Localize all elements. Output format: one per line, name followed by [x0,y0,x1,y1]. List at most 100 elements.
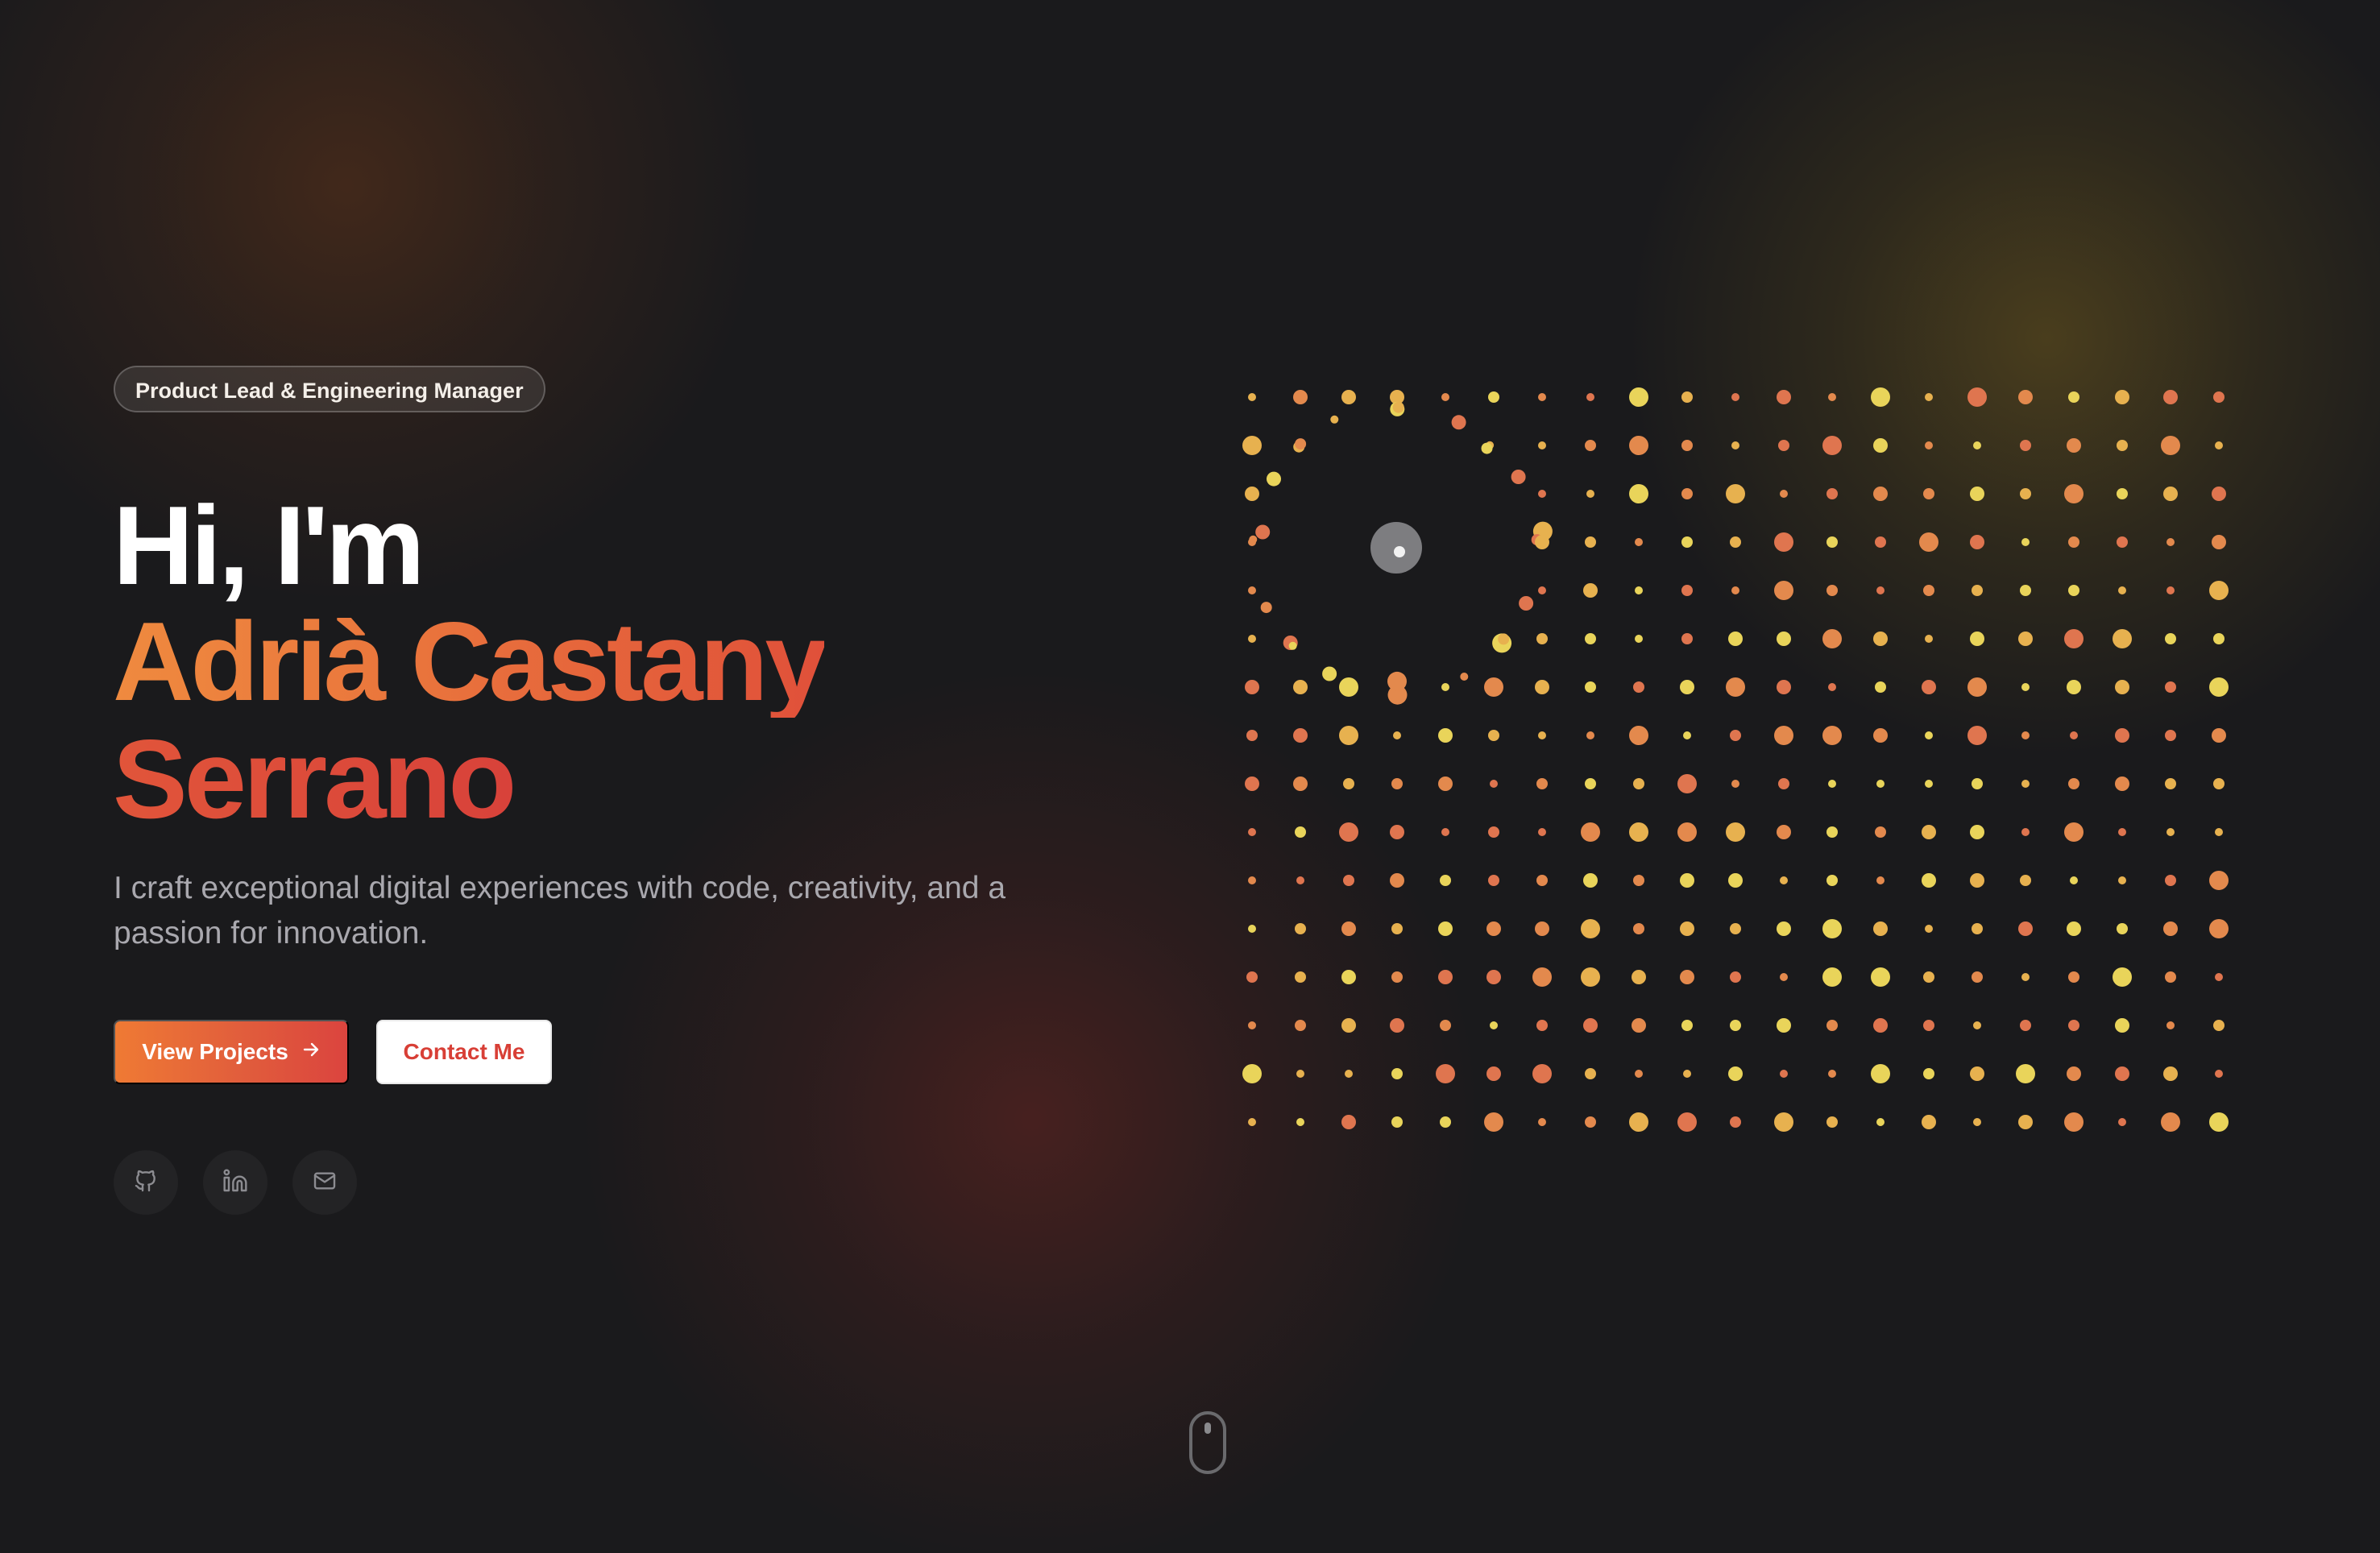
grid-dot [1392,401,1404,413]
grid-dot [1248,1021,1256,1029]
grid-dot [1925,731,1933,739]
grid-dot [1441,828,1449,836]
interactive-dot-grid[interactable] [1209,346,2256,1152]
grid-dot [1826,536,1838,548]
grid-dot [1970,873,1984,888]
grid-dot [1677,822,1697,842]
view-projects-button[interactable]: View Projects [114,1020,349,1084]
grid-dot [1680,921,1694,936]
grid-dot [1296,876,1304,884]
grid-dot [1486,921,1501,936]
grid-dot [2020,585,2031,596]
grid-dot [1248,876,1256,884]
grid-dot [1585,536,1596,548]
grid-dot [1585,1068,1596,1079]
grid-dot [2115,680,2129,694]
grid-dot [1826,1020,1838,1031]
grid-dot [2018,632,2033,646]
grid-dot [2165,778,2176,789]
grid-dot [1967,387,1987,407]
grid-dot [2212,535,2226,549]
grid-dot [2213,778,2225,789]
grid-dot [1581,822,1600,842]
grid-dot [1390,873,1404,888]
grid-dot [1922,1115,1936,1129]
grid-dot [1293,776,1308,791]
grid-dot [1875,826,1886,838]
grid-dot [2068,391,2079,403]
scroll-indicator[interactable] [1189,1411,1226,1474]
grid-dot [1586,731,1594,739]
grid-dot [2117,488,2128,499]
grid-dot [2166,538,2175,546]
grid-dot [1585,440,1596,451]
grid-dot [2113,629,2132,648]
grid-dot [1876,1118,1885,1126]
grid-dot [1293,728,1308,743]
grid-dot [1822,436,1842,455]
grid-dot [2212,728,2226,743]
grid-dot [2165,681,2176,693]
grid-dot [1391,971,1403,983]
grid-dot [1538,586,1546,594]
grid-dot [1731,586,1739,594]
grid-dot [1923,585,1934,596]
grid-dot [1923,488,1934,499]
linkedin-link[interactable] [203,1150,267,1215]
github-link[interactable] [114,1150,178,1215]
grid-dot [1871,967,1890,987]
grid-dot [1778,778,1789,789]
grid-dot [1585,681,1596,693]
grid-dot [1972,971,1983,983]
grid-dot [2213,633,2225,644]
hero-section: Product Lead & Engineering Manager Hi, I… [0,0,2380,1553]
grid-dot [2021,538,2030,546]
grid-dot [1876,586,1885,594]
name-heading-line-2: Serrano [113,717,516,842]
grid-dot [1629,822,1648,842]
grid-dot [1780,1070,1788,1078]
grid-dot [1828,683,1836,691]
grid-dot [1391,923,1403,934]
grid-dot [2020,440,2031,451]
grid-dot [1343,875,1354,886]
grid-dot [1532,967,1552,987]
grid-dot [1581,919,1600,938]
grid-dot [1922,873,1936,888]
grid-dot [2165,730,2176,741]
grid-dot [1391,1068,1403,1079]
contact-me-button[interactable]: Contact Me [376,1020,552,1084]
grid-dot [1777,825,1791,839]
grid-dot [1730,536,1741,548]
grid-dot [1293,680,1308,694]
grid-dot [1583,1018,1598,1033]
grid-dot [1248,393,1256,401]
grid-dot [2064,1112,2084,1132]
grid-dot [1393,731,1401,739]
grid-dot [1826,826,1838,838]
grid-dot [1538,828,1546,836]
arrow-right-icon [301,1039,321,1065]
grid-dot [2212,487,2226,501]
grid-dot [1390,825,1404,839]
grid-dot [1925,393,1933,401]
grid-dot [1519,596,1534,611]
grid-dot [1629,726,1648,745]
grid-dot [2021,731,2030,739]
grid-dot [2118,586,2126,594]
email-link[interactable] [292,1150,357,1215]
grid-dot [1535,680,1549,694]
grid-dot [1391,1116,1403,1128]
grid-dot [1633,778,1644,789]
grid-dot [2115,1018,2129,1033]
grid-dot [2215,1070,2223,1078]
grid-dot [1387,671,1407,691]
grid-dot [1498,633,1510,645]
grid-dot [1486,970,1501,984]
grid-dot [2213,391,2225,403]
grid-dot [1780,876,1788,884]
grid-dot [1875,536,1886,548]
grid-dot [1536,1020,1548,1031]
grid-dot [1440,875,1451,886]
grid-dot [2166,586,2175,594]
